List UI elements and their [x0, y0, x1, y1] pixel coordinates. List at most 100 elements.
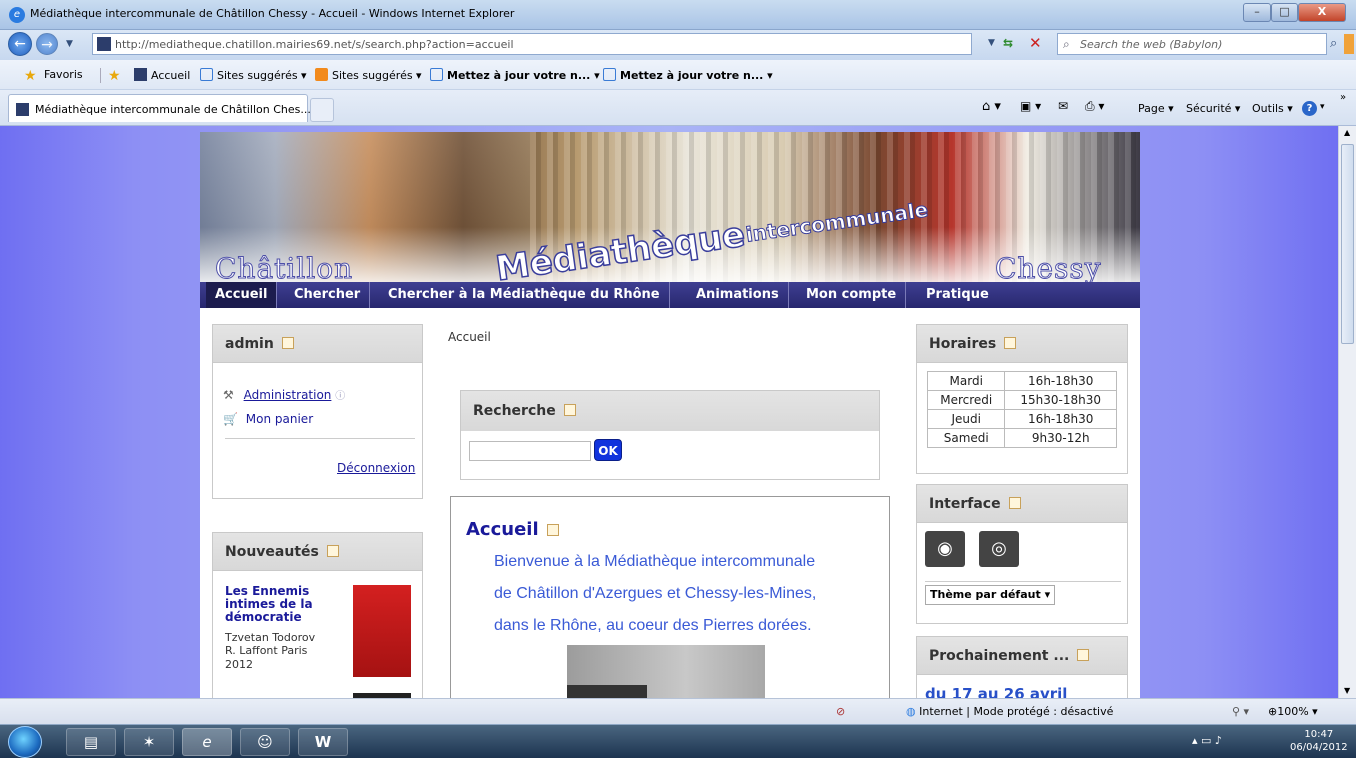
internet-explorer-icon[interactable]: e — [182, 728, 232, 756]
welcome-photo — [567, 645, 765, 698]
logout-link[interactable]: Déconnexion — [337, 461, 415, 475]
scroll-up-icon[interactable]: ▲ — [1344, 128, 1350, 137]
fav-item-update-2[interactable]: Mettez à jour votre n... ▾ — [603, 68, 773, 82]
table-cell: Mardi — [926, 371, 1006, 391]
catalog-search-input[interactable] — [469, 441, 591, 461]
new-tab-button[interactable] — [310, 98, 334, 122]
table-row: Samedi 9h30-12h — [926, 428, 1117, 448]
edit-icon[interactable] — [1008, 497, 1021, 509]
feeds-icon[interactable]: ▣ ▾ — [1020, 99, 1041, 113]
nav-mon-compte[interactable]: Mon compte — [797, 282, 907, 308]
favorites-bar: ★ Favoris ★ Accueil Sites suggérés ▾ Site… — [0, 60, 1356, 90]
nav-pratique[interactable]: Pratique — [917, 282, 998, 308]
forward-icon[interactable]: → — [36, 33, 58, 55]
interface-box-header: Interface — [917, 485, 1127, 523]
chevron-more-icon[interactable]: » — [1340, 92, 1346, 103]
theme-select[interactable]: Thème par défaut ▾ — [925, 585, 1056, 605]
favorites-button[interactable]: ★ Favoris — [24, 68, 83, 84]
tab-bar: Médiathèque intercommunale de Châtillon … — [0, 90, 1356, 126]
book-cover-image[interactable] — [353, 585, 411, 677]
security-menu[interactable]: Sécurité ▾ — [1186, 102, 1240, 115]
tab-favicon-icon — [16, 103, 29, 116]
word-icon[interactable]: W — [298, 728, 348, 756]
clock[interactable]: 10:47 06/04/2012 — [1290, 728, 1348, 754]
search-placeholder: Search the web (Babylon) — [1080, 38, 1223, 51]
nav-animations[interactable]: Animations — [687, 282, 789, 308]
zoom-level[interactable]: ⊕100% ▾ — [1268, 705, 1318, 718]
protected-mode-icon[interactable]: ⚲ ▾ — [1232, 705, 1249, 718]
maximize-button[interactable]: □ — [1271, 3, 1298, 22]
rss-icon — [315, 68, 328, 81]
zone-indicator[interactable]: ◍ Internet | Mode protégé : désactivé — [906, 705, 1113, 718]
clock-date: 06/04/2012 — [1290, 742, 1348, 753]
main-nav: Accueil Chercher Chercher à la Médiathèq… — [200, 282, 1140, 308]
mail-icon[interactable]: ✉ — [1058, 99, 1068, 113]
eye-icon[interactable]: ◎ — [979, 531, 1019, 567]
news-box-header: Nouveautés — [213, 533, 422, 571]
table-row: Mercredi 15h30-18h30 — [926, 390, 1117, 410]
news-book-author: Tzvetan Todorov — [225, 631, 316, 644]
search-input[interactable]: ⌕ Search the web (Babylon) — [1057, 33, 1327, 55]
url-text: http://mediatheque.chatillon.mairies69.n… — [115, 38, 514, 51]
table-row: Jeudi 16h-18h30 — [926, 409, 1117, 429]
history-dropdown-icon[interactable]: ▼ — [66, 39, 73, 49]
edit-icon[interactable] — [1004, 337, 1017, 349]
welcome-line-1: Bienvenue à la Médiathèque intercommunal… — [494, 553, 816, 570]
fav-item-sites-suggeres-2[interactable]: Sites suggérés ▾ — [315, 68, 422, 82]
vertical-scrollbar[interactable]: ▲ ▼ — [1338, 126, 1356, 698]
tray-icons[interactable]: ▴ ▭ ♪ — [1192, 734, 1222, 747]
scrollbar-thumb[interactable] — [1341, 144, 1354, 344]
refresh-icon[interactable]: ⇆ — [1003, 36, 1013, 50]
edit-icon[interactable] — [326, 545, 339, 557]
tools-menu[interactable]: Outils ▾ — [1252, 102, 1293, 115]
news-book-title[interactable]: Les Ennemis intimes de la démocratie — [225, 585, 345, 624]
scroll-down-icon[interactable]: ▼ — [1344, 686, 1350, 695]
search-ok-button[interactable]: OK — [594, 439, 622, 461]
upcoming-box-title: Prochainement ... — [929, 648, 1090, 664]
edit-icon[interactable] — [1077, 649, 1090, 661]
help-dropdown-icon[interactable]: ▾ — [1320, 102, 1325, 112]
star-icon: ★ — [24, 68, 37, 84]
tab-mediatheque[interactable]: Médiathèque intercommunale de Châtillon … — [8, 94, 311, 122]
home-icon[interactable]: ⌂ ▾ — [982, 99, 1001, 114]
site-banner: Châtillon Médiathèque intercommunale Che… — [200, 132, 1140, 282]
url-dropdown-icon[interactable]: ▼ — [988, 38, 995, 48]
taskbar: ▤ ✶ e ☺ W ▴ ▭ ♪ 10:47 06/04/2012 — [0, 724, 1356, 758]
popup-blocker-icon[interactable]: ⊘ — [836, 705, 845, 718]
nav-chercher-rhone[interactable]: Chercher à la Médiathèque du Rhône — [379, 282, 670, 308]
print-icon[interactable]: ⎙ ▾ — [1085, 99, 1104, 114]
site-favicon-icon — [97, 37, 111, 51]
media-icon[interactable]: ☺ — [240, 728, 290, 756]
edit-icon[interactable] — [546, 524, 559, 536]
accessibility-eye-icon[interactable]: ◉ — [925, 531, 965, 567]
add-favorite-icon[interactable]: ★ — [108, 68, 128, 84]
url-field[interactable]: http://mediatheque.chatillon.mairies69.n… — [92, 33, 972, 55]
ie-page-icon — [200, 68, 213, 81]
edit-icon[interactable] — [563, 404, 576, 416]
nav-accueil[interactable]: Accueil — [206, 282, 278, 308]
administration-link[interactable]: ⚒ Administration ⓘ — [223, 387, 345, 402]
minimize-button[interactable]: – — [1243, 3, 1271, 22]
breadcrumb: Accueil — [448, 330, 491, 344]
fav-item-sites-suggeres-1[interactable]: Sites suggérés ▾ — [200, 68, 307, 82]
fav-item-update-1[interactable]: Mettez à jour votre n... ▾ — [430, 68, 600, 82]
stop-icon[interactable]: ✕ — [1029, 34, 1042, 52]
page-menu[interactable]: Page ▾ — [1138, 102, 1174, 115]
app-icon[interactable]: ✶ — [124, 728, 174, 756]
table-cell: 9h30-12h — [1004, 428, 1117, 448]
nav-chercher[interactable]: Chercher — [285, 282, 371, 308]
fav-item-accueil[interactable]: Accueil — [134, 68, 190, 82]
search-go-icon[interactable]: ⌕ — [1330, 36, 1337, 51]
help-icon[interactable]: ? — [1302, 101, 1317, 116]
browser-viewport: Châtillon Médiathèque intercommunale Che… — [0, 126, 1338, 698]
explorer-icon[interactable]: ▤ — [66, 728, 116, 756]
search-options-icon[interactable] — [1344, 34, 1354, 54]
cart-link[interactable]: 🛒 Mon panier — [223, 412, 313, 426]
upcoming-date[interactable]: du 17 au 26 avril — [925, 685, 1067, 698]
close-button[interactable]: X — [1298, 3, 1346, 22]
upcoming-box-header: Prochainement ... — [917, 637, 1127, 675]
back-icon[interactable]: ← — [8, 32, 32, 56]
start-button[interactable] — [8, 726, 42, 758]
upcoming-box: Prochainement ... du 17 au 26 avril — [916, 636, 1128, 698]
edit-icon[interactable] — [281, 337, 294, 349]
